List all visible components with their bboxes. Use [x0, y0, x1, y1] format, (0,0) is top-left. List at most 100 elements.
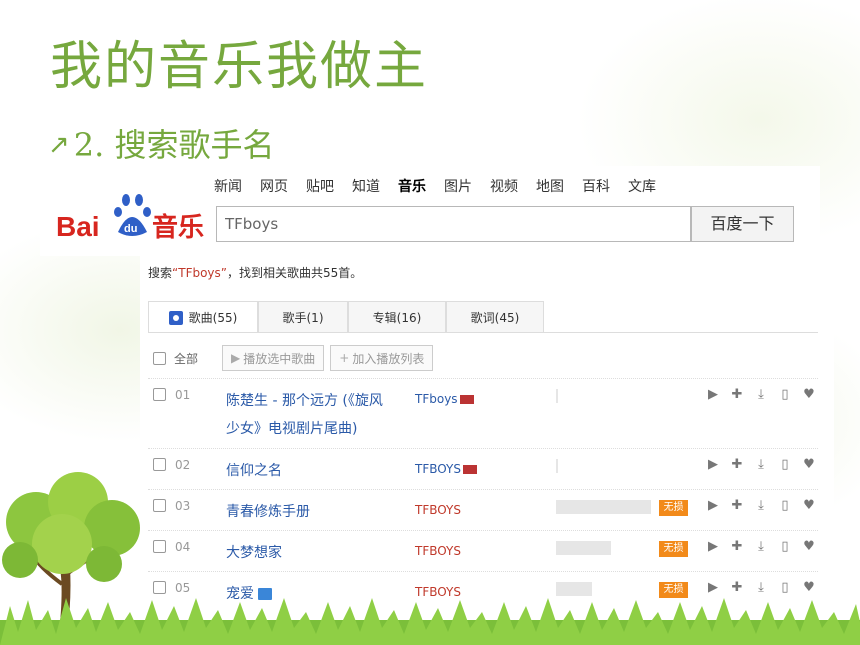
nav-item-baike[interactable]: 百科 — [582, 176, 610, 196]
play-icon: ▶ — [231, 351, 241, 365]
baidu-du-icon — [459, 394, 474, 404]
add-playlist-button[interactable]: + 加入播放列表 — [330, 345, 434, 371]
tab-divider — [148, 332, 818, 333]
grass-decoration — [0, 598, 860, 645]
song-title-line1: 陈楚生 - 那个远方 (《旋风 — [226, 393, 383, 409]
tab-albums[interactable]: 专辑(16) — [348, 301, 446, 332]
tab-lyrics-label: 歌词(45) — [470, 310, 520, 325]
play-icon[interactable]: ▶ — [701, 457, 725, 472]
row-actions: ▶ ✚ ⤓ ▯ ♥ — [701, 457, 821, 472]
play-icon[interactable]: ▶ — [701, 539, 725, 554]
song-row: 01 陈楚生 - 那个远方 (《旋风 少女》电视剧片尾曲) TFboys ▶ ✚ ⤓… — [148, 378, 818, 447]
download-icon[interactable]: ⤓ — [749, 457, 773, 472]
row-checkbox[interactable] — [153, 540, 166, 553]
nav-item-news[interactable]: 新闻 — [214, 176, 242, 196]
add-playlist-label: 加入播放列表 — [352, 351, 425, 366]
song-title-line1: 大梦想家 — [226, 545, 282, 561]
tab-singers[interactable]: 歌手(1) — [258, 301, 348, 332]
lossless-badge[interactable]: 无损 — [659, 500, 688, 516]
add-icon[interactable]: ✚ — [725, 498, 749, 513]
row-actions: ▶ ✚ ⤓ ▯ ♥ — [701, 387, 821, 402]
song-title-line1: 青春修炼手册 — [226, 504, 310, 520]
phone-icon[interactable]: ▯ — [773, 387, 797, 402]
select-all-checkbox[interactable] — [153, 351, 166, 365]
popularity-bar — [556, 500, 651, 514]
nav-item-web[interactable]: 网页 — [260, 176, 288, 196]
popularity-bar — [556, 459, 558, 473]
song-number: 01 — [175, 388, 191, 402]
nav-item-tieba[interactable]: 贴吧 — [306, 176, 334, 196]
row-checkbox[interactable] — [153, 499, 166, 512]
play-icon[interactable]: ▶ — [701, 387, 725, 402]
artist-name: TFboys — [415, 392, 458, 406]
song-artist[interactable]: TFBOYS — [415, 544, 461, 558]
popularity-bar — [556, 541, 611, 555]
summary-query: “TFboys” — [172, 266, 227, 280]
artist-name: TFBOYS — [415, 544, 461, 558]
tab-lyrics[interactable]: 歌词(45) — [446, 301, 544, 332]
tab-songs-label: 歌曲(55) — [188, 311, 238, 325]
artist-name: TFBOYS — [415, 462, 461, 476]
logo-text-music: 音乐 — [152, 212, 204, 243]
baidu-du-icon — [463, 464, 477, 474]
download-icon[interactable]: ⤓ — [749, 498, 773, 513]
lossless-badge[interactable]: 无损 — [659, 541, 688, 557]
song-toolbar: 全部 ▶ 播放选中歌曲 + 加入播放列表 — [153, 345, 439, 371]
nav-item-images[interactable]: 图片 — [444, 176, 472, 196]
logo-text-bai: Bai — [56, 211, 100, 242]
song-title[interactable]: 陈楚生 - 那个远方 (《旋风 少女》电视剧片尾曲) — [226, 387, 396, 443]
phone-icon[interactable]: ▯ — [773, 457, 797, 472]
song-number: 02 — [175, 458, 191, 472]
row-checkbox[interactable] — [153, 458, 166, 471]
add-icon[interactable]: ✚ — [725, 387, 749, 402]
play-icon[interactable]: ▶ — [701, 498, 725, 513]
download-icon[interactable]: ⤓ — [749, 539, 773, 554]
search-input[interactable] — [216, 206, 691, 242]
song-title[interactable]: 青春修炼手册 — [226, 498, 396, 526]
song-title-line1: 信仰之名 — [226, 463, 282, 479]
select-all-label: 全部 — [174, 351, 199, 366]
song-artist[interactable]: TFboys — [415, 392, 474, 406]
add-icon[interactable]: ✚ — [725, 457, 749, 472]
popularity-bar — [556, 389, 558, 403]
row-actions: ▶ ✚ ⤓ ▯ ♥ — [701, 539, 821, 554]
nav-item-video[interactable]: 视频 — [490, 176, 518, 196]
slide-title: 我的音乐我做主 — [50, 37, 429, 97]
heart-icon[interactable]: ♥ — [797, 457, 821, 472]
row-actions: ▶ ✚ ⤓ ▯ ♥ — [701, 498, 821, 513]
nav-item-music[interactable]: 音乐 — [398, 176, 426, 196]
search-button[interactable]: 百度一下 — [691, 206, 794, 242]
song-row: 04 大梦想家 TFBOYS 无损 ▶ ✚ ⤓ ▯ ♥ — [148, 530, 818, 571]
nav-item-map[interactable]: 地图 — [536, 176, 564, 196]
phone-icon[interactable]: ▯ — [773, 539, 797, 554]
heart-icon[interactable]: ♥ — [797, 387, 821, 402]
artist-name: TFBOYS — [415, 503, 461, 517]
summary-suffix: ，找到相关歌曲共55首。 — [227, 266, 363, 280]
tab-singers-label: 歌手(1) — [282, 310, 324, 325]
heart-icon[interactable]: ♥ — [797, 539, 821, 554]
download-icon[interactable]: ⤓ — [749, 387, 773, 402]
song-title[interactable]: 信仰之名 — [226, 457, 396, 485]
song-row: 02 信仰之名 TFBOYS ▶ ✚ ⤓ ▯ ♥ — [148, 448, 818, 489]
result-summary: 搜索“TFboys”，找到相关歌曲共55首。 — [148, 264, 362, 281]
row-checkbox[interactable] — [153, 388, 166, 401]
song-title[interactable]: 大梦想家 — [226, 539, 396, 567]
nav-item-zhidao[interactable]: 知道 — [352, 176, 380, 196]
tab-albums-label: 专辑(16) — [372, 310, 422, 325]
summary-prefix: 搜索 — [148, 266, 173, 280]
heart-icon[interactable]: ♥ — [797, 498, 821, 513]
song-artist[interactable]: TFBOYS — [415, 503, 461, 517]
tab-songs[interactable]: 歌曲(55) — [148, 301, 258, 333]
slide-subtitle: ↗ 2. 搜索歌手名 — [48, 122, 275, 168]
phone-icon[interactable]: ▯ — [773, 498, 797, 513]
search-results-panel: 搜索“TFboys”，找到相关歌曲共55首。 歌曲(55) 歌手(1) 专辑(1… — [140, 252, 834, 612]
nav-item-wenku[interactable]: 文库 — [628, 176, 656, 196]
song-title-line2: 少女》电视剧片尾曲) — [226, 421, 358, 437]
add-icon[interactable]: ✚ — [725, 539, 749, 554]
play-selected-button[interactable]: ▶ 播放选中歌曲 — [222, 345, 325, 371]
song-artist[interactable]: TFBOYS — [415, 462, 477, 476]
baidu-music-logo[interactable]: Bai du 音乐 — [54, 188, 214, 244]
song-number: 03 — [175, 499, 191, 513]
subtitle-text: 2. 搜索歌手名 — [73, 126, 275, 164]
play-selected-label: 播放选中歌曲 — [243, 351, 316, 366]
